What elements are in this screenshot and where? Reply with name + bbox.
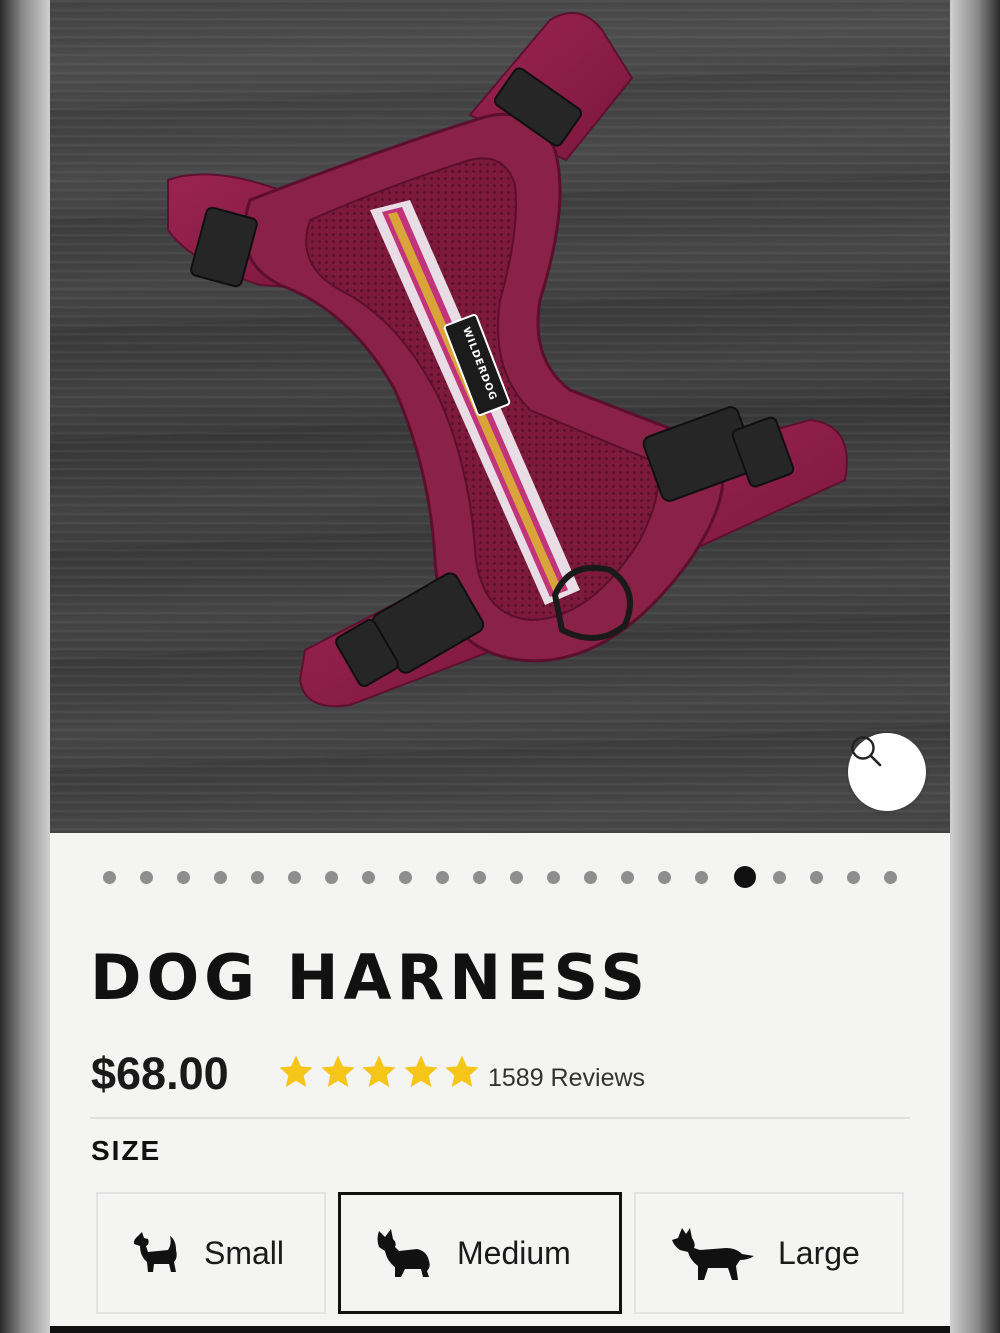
zoom-button[interactable] — [848, 733, 926, 811]
size-option-large[interactable]: Large — [634, 1192, 904, 1314]
divider — [90, 1117, 910, 1119]
pagination-dot[interactable] — [695, 871, 708, 884]
pagination-dot[interactable] — [214, 871, 227, 884]
star-icon — [403, 1055, 438, 1087]
product-image[interactable]: WILDERDOG — [50, 0, 950, 833]
star-rating[interactable] — [276, 1052, 484, 1092]
pagination-dot[interactable] — [847, 871, 860, 884]
size-option-label: Large — [778, 1235, 860, 1271]
size-option-label: Small — [204, 1235, 285, 1271]
pagination-dot[interactable] — [584, 871, 597, 884]
pagination-dot[interactable] — [288, 871, 301, 884]
star-icon — [445, 1055, 479, 1087]
pagination-dot[interactable] — [621, 871, 634, 884]
pagination-dot[interactable] — [810, 871, 823, 884]
pagination-dot[interactable] — [362, 871, 375, 884]
pagination-dot[interactable] — [177, 871, 190, 884]
pagination-dot[interactable] — [473, 871, 486, 884]
pagination-dot[interactable] — [436, 871, 449, 884]
pagination-dot-active[interactable] — [734, 866, 756, 888]
star-icon — [362, 1055, 396, 1087]
reviews-link[interactable]: 1589 Reviews — [488, 1063, 645, 1093]
size-option-small[interactable]: Small — [96, 1192, 326, 1314]
size-option-medium[interactable]: Medium — [338, 1192, 622, 1314]
pagination-dot[interactable] — [510, 871, 523, 884]
product-price: $68.00 — [91, 1048, 229, 1099]
size-label: SIZE — [91, 1135, 162, 1166]
pagination-dot[interactable] — [103, 871, 116, 884]
product-page: WILDERDOG DOG HARNESS $68.00 1589 Review… — [50, 0, 950, 1333]
letterbox-left — [0, 0, 50, 1333]
gallery-pagination — [50, 866, 950, 888]
medium-dog-icon — [377, 1229, 430, 1277]
size-option-label: Medium — [457, 1235, 571, 1271]
pagination-dot[interactable] — [251, 871, 264, 884]
star-icon — [320, 1055, 355, 1087]
magnifier-icon — [851, 736, 882, 767]
product-title: DOG HARNESS — [90, 941, 651, 1014]
pagination-dot[interactable] — [140, 871, 153, 884]
small-dog-icon — [133, 1232, 177, 1272]
pagination-dot[interactable] — [399, 871, 412, 884]
bottom-edge — [50, 1326, 950, 1333]
pagination-dot[interactable] — [325, 871, 338, 884]
pagination-dot[interactable] — [884, 871, 897, 884]
pagination-dot[interactable] — [773, 871, 786, 884]
harness-illustration: WILDERDOG — [167, 12, 848, 708]
pagination-dot[interactable] — [658, 871, 671, 884]
pagination-dot[interactable] — [547, 871, 560, 884]
star-icon — [279, 1055, 313, 1087]
letterbox-right — [950, 0, 1000, 1333]
large-dog-icon — [672, 1228, 754, 1280]
